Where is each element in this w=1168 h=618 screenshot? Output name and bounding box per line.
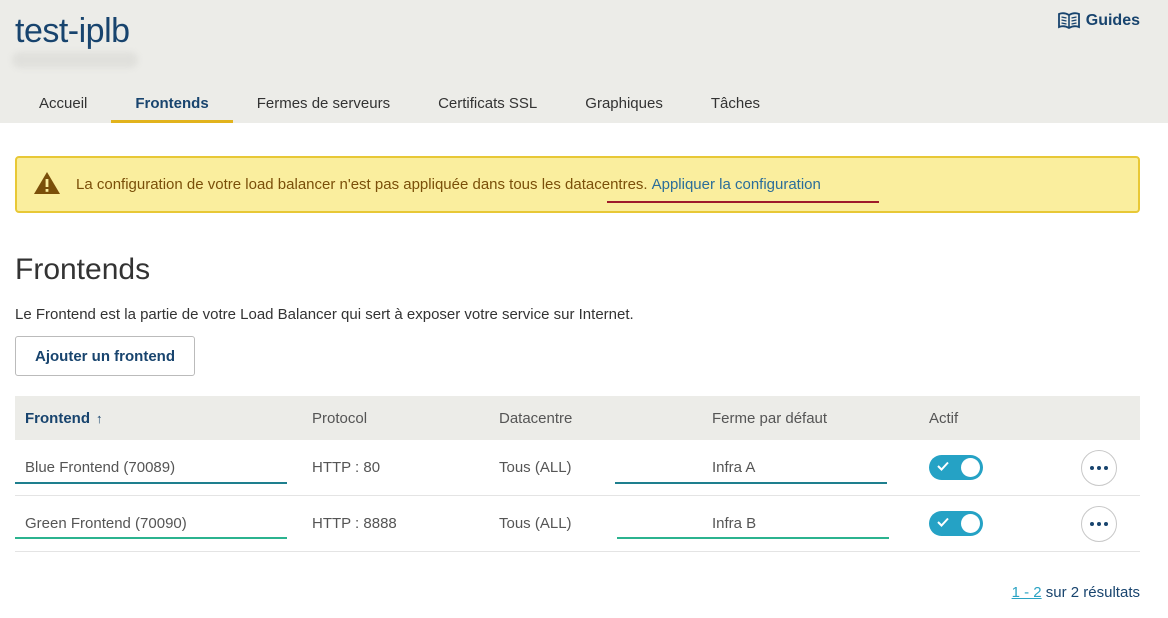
guides-button[interactable]: Guides: [1057, 12, 1140, 30]
toggle-knob: [961, 458, 980, 477]
add-frontend-button[interactable]: Ajouter un frontend: [15, 336, 195, 376]
pagination-range-link[interactable]: 1 - 2: [1012, 584, 1042, 601]
sort-ascending-icon: ↑: [96, 410, 103, 426]
frontend-name[interactable]: Blue Frontend (70089): [25, 440, 175, 495]
column-header-frontend[interactable]: Frontend ↑: [25, 396, 103, 440]
frontend-name[interactable]: Green Frontend (70090): [25, 496, 187, 551]
frontend-default-farm: Infra A: [712, 459, 756, 476]
active-toggle[interactable]: [929, 511, 983, 536]
row-underline-name: [15, 482, 287, 484]
frontend-datacentre: Tous (ALL): [499, 515, 572, 532]
active-toggle-cell: [929, 496, 983, 551]
page-title: Frontends: [15, 253, 151, 286]
ellipsis-icon: [1090, 521, 1094, 526]
table-row: Green Frontend (70090) HTTP : 8888 Tous …: [15, 496, 1140, 552]
pagination-total: sur 2 résultats: [1045, 584, 1140, 601]
tab-bar: Accueil Frontends Fermes de serveurs Cer…: [15, 84, 784, 123]
row-actions-cell: [1081, 440, 1117, 495]
tab-accueil[interactable]: Accueil: [15, 84, 111, 123]
more-actions-button[interactable]: [1081, 449, 1117, 486]
page-description: Le Frontend est la partie de votre Load …: [15, 306, 634, 323]
row-underline-farm: [615, 482, 887, 484]
alert-message: La configuration de votre load balancer …: [76, 176, 648, 193]
pagination: 1 - 2 sur 2 résultats: [1012, 584, 1140, 601]
tab-graphiques[interactable]: Graphiques: [561, 84, 687, 123]
guides-label: Guides: [1085, 12, 1140, 29]
frontends-table: Frontend ↑ Protocol Datacentre Ferme par…: [15, 396, 1140, 552]
column-header-datacentre: Datacentre: [499, 409, 573, 427]
more-actions-button[interactable]: [1081, 505, 1117, 542]
book-icon: [1057, 12, 1080, 30]
alert-highlight-underline: [607, 201, 879, 203]
warning-alert: La configuration de votre load balancer …: [15, 156, 1140, 213]
column-header-default-farm: Ferme par défaut: [712, 409, 828, 427]
row-underline-farm: [617, 537, 889, 539]
frontend-protocol: HTTP : 80: [312, 459, 381, 476]
tab-fermes-de-serveurs[interactable]: Fermes de serveurs: [233, 84, 414, 123]
warning-icon: [33, 171, 61, 199]
tab-frontends[interactable]: Frontends: [111, 84, 234, 123]
active-toggle[interactable]: [929, 455, 983, 480]
column-header-frontend-label: Frontend: [25, 409, 90, 427]
check-icon: [937, 517, 949, 527]
frontend-protocol: HTTP : 8888: [312, 515, 397, 532]
tab-certificats-ssl[interactable]: Certificats SSL: [414, 84, 561, 123]
page-app-title: test-iplb: [15, 12, 130, 50]
column-header-protocol: Protocol: [312, 409, 368, 427]
check-icon: [937, 461, 949, 471]
row-underline-name: [15, 537, 287, 539]
header: test-iplb Guides Accueil Frontends Ferme…: [0, 0, 1168, 123]
toggle-knob: [961, 514, 980, 533]
table-header: Frontend ↑ Protocol Datacentre Ferme par…: [15, 396, 1140, 440]
column-header-active: Actif: [929, 409, 959, 427]
apply-configuration-link[interactable]: Appliquer la configuration: [652, 176, 821, 193]
active-toggle-cell: [929, 440, 983, 495]
frontend-default-farm: Infra B: [712, 515, 757, 532]
frontend-datacentre: Tous (ALL): [499, 459, 572, 476]
redacted-subtitle: [12, 52, 138, 68]
tab-taches[interactable]: Tâches: [687, 84, 784, 123]
table-row: Blue Frontend (70089) HTTP : 80 Tous (AL…: [15, 440, 1140, 496]
row-actions-cell: [1081, 496, 1117, 551]
ellipsis-icon: [1090, 465, 1094, 470]
